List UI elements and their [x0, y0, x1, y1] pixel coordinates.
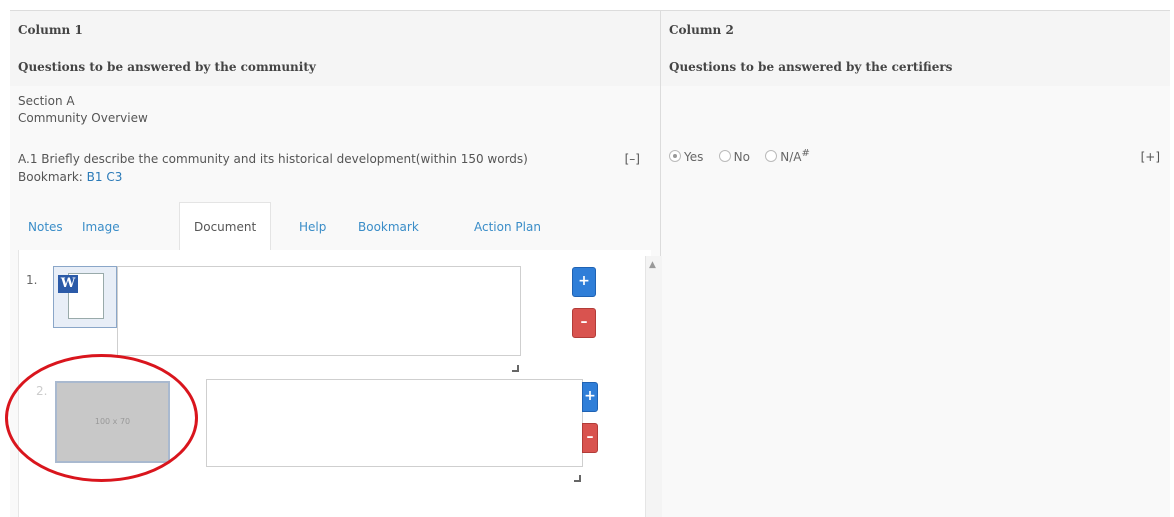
tab-notes[interactable]: Notes — [28, 212, 63, 242]
radio-no[interactable] — [718, 150, 731, 162]
collapse-question-toggle[interactable]: [–] — [625, 150, 640, 168]
bookmark-link[interactable]: B1 C3 — [87, 170, 123, 184]
expand-toggle[interactable]: [+] — [1141, 150, 1160, 164]
scroll-up-icon[interactable]: ▲ — [649, 260, 656, 270]
option-no[interactable]: No — [718, 150, 750, 164]
column-2-header: Column 2 — [669, 23, 734, 37]
word-document-icon[interactable]: W — [53, 266, 117, 328]
radio-na[interactable] — [765, 150, 778, 162]
option-na[interactable]: N/A# — [765, 148, 810, 164]
question-block: A.1 Briefly describe the community and i… — [18, 150, 648, 186]
bookmark-label: Bookmark: — [18, 170, 83, 184]
column-1-header: Column 1 — [18, 23, 83, 37]
resize-grip-icon[interactable] — [574, 475, 581, 482]
question-text: A.1 Briefly describe the community and i… — [18, 152, 528, 166]
remove-document-button[interactable]: – — [582, 423, 598, 453]
document-2-number: 2. — [36, 384, 48, 398]
column-header-row: Column 1 Column 2 — [10, 11, 1170, 50]
remove-document-button[interactable]: – — [572, 308, 596, 338]
section-label: Section A — [18, 94, 75, 108]
add-document-button[interactable]: + — [582, 382, 598, 412]
certifier-answer-options: Yes No N/A# — [669, 148, 810, 164]
document-2-textarea[interactable] — [206, 379, 583, 467]
placeholder-image[interactable]: 100 x 70 — [55, 381, 170, 463]
tab-bookmark[interactable]: Bookmark — [358, 212, 419, 242]
column-subheader-row: Questions to be answered by the communit… — [10, 49, 1170, 87]
certifier-questions-header: Questions to be answered by the certifie… — [669, 60, 953, 74]
document-1-textarea[interactable] — [117, 266, 521, 356]
section-title: Community Overview — [18, 111, 148, 125]
document-1-number: 1. — [26, 273, 38, 287]
tab-document[interactable]: Document — [179, 202, 272, 251]
add-document-button[interactable]: + — [572, 267, 596, 297]
question-tabs: Notes Image Document Help Bookmark Actio… — [18, 202, 584, 251]
option-yes[interactable]: Yes — [669, 150, 703, 164]
community-questions-header: Questions to be answered by the communit… — [18, 60, 316, 74]
tab-help[interactable]: Help — [299, 212, 326, 242]
resize-grip-icon[interactable] — [512, 365, 519, 372]
section-row: Section A Community Overview — [10, 86, 1170, 139]
tab-action-plan[interactable]: Action Plan — [474, 212, 541, 242]
na-marker: # — [801, 148, 810, 159]
panel-scrollbar[interactable]: ▲ — [645, 256, 662, 517]
tab-image[interactable]: Image — [82, 212, 120, 242]
radio-yes[interactable] — [669, 150, 681, 162]
